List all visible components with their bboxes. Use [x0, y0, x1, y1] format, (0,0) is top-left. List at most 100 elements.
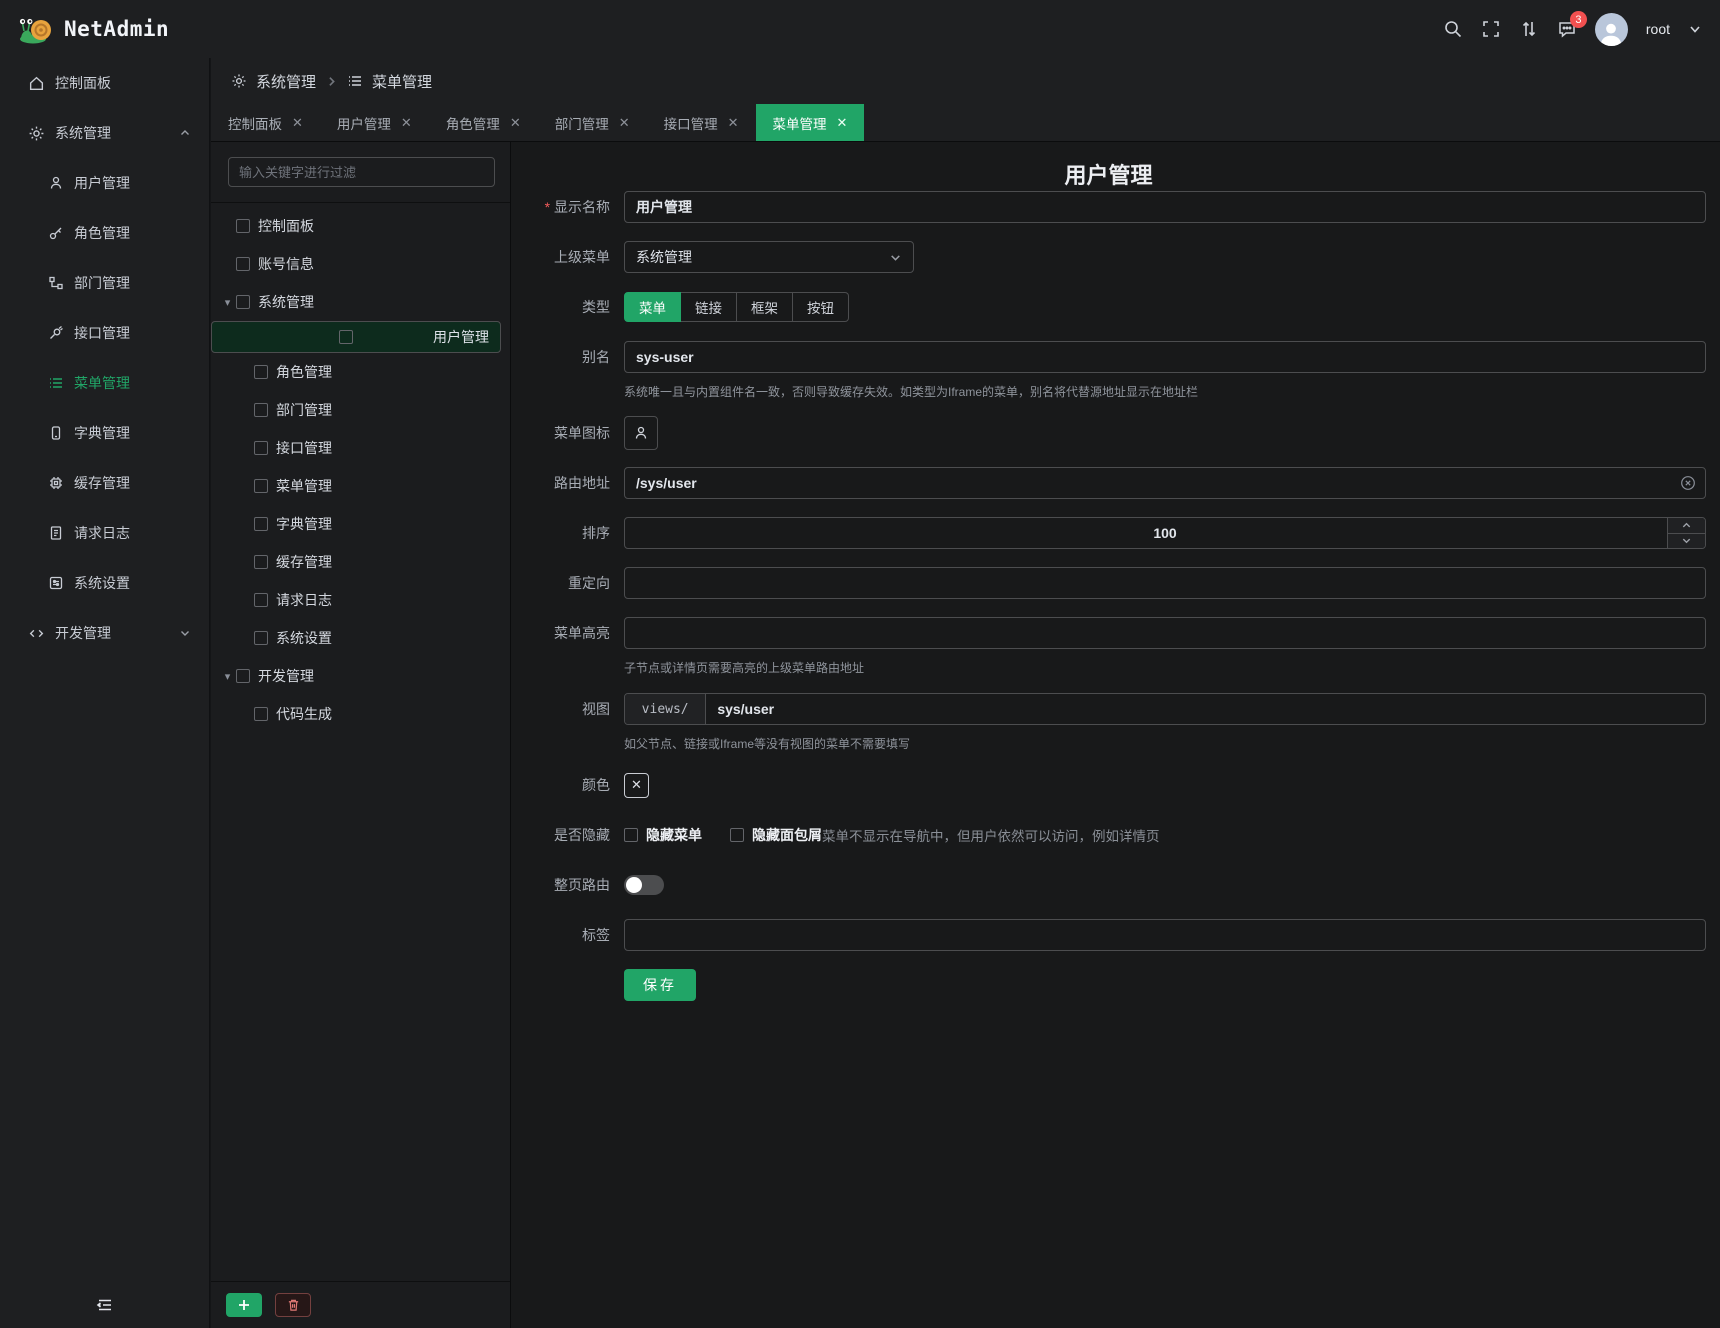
tree-node[interactable]: 字典管理: [211, 505, 510, 543]
hide-breadcrumb-option[interactable]: 隐藏面包屑: [730, 825, 822, 845]
sort-input[interactable]: [624, 517, 1706, 549]
spinner-down-icon[interactable]: [1668, 534, 1705, 549]
sidebar-item-dev[interactable]: 开发管理: [0, 608, 209, 658]
checkbox[interactable]: [254, 631, 268, 645]
tree-filter-input[interactable]: [228, 157, 495, 187]
sort-row: 排序: [511, 508, 1706, 558]
checkbox[interactable]: [254, 365, 268, 379]
spinner-up-icon[interactable]: [1668, 518, 1705, 534]
tab-dashboard[interactable]: 控制面板✕: [211, 104, 320, 141]
tab-users[interactable]: 用户管理✕: [320, 104, 429, 141]
hide-menu-option[interactable]: 隐藏菜单: [624, 825, 702, 845]
sidebar-item-apis[interactable]: 接口管理: [0, 308, 209, 358]
sidebar-item-roles[interactable]: 角色管理: [0, 208, 209, 258]
tab-apis[interactable]: 接口管理 ✕: [647, 104, 756, 141]
fullscreen-icon[interactable]: [1481, 19, 1501, 39]
parent-menu-select[interactable]: 系统管理: [624, 241, 914, 273]
tree-node[interactable]: 部门管理: [211, 391, 510, 429]
checkbox[interactable]: [254, 593, 268, 607]
checkbox[interactable]: [254, 555, 268, 569]
checkbox[interactable]: [254, 403, 268, 417]
close-icon[interactable]: ✕: [510, 115, 521, 131]
avatar[interactable]: [1595, 13, 1628, 46]
close-icon[interactable]: ✕: [837, 115, 848, 131]
tree-node[interactable]: ▾系统管理: [211, 283, 510, 321]
checkbox[interactable]: [730, 828, 744, 842]
book-icon: [48, 425, 64, 441]
user-icon: [48, 175, 64, 191]
checkbox[interactable]: [339, 330, 353, 344]
route-input[interactable]: [624, 467, 1706, 499]
view-input[interactable]: [706, 694, 1705, 724]
tree-node[interactable]: 接口管理: [211, 429, 510, 467]
full-route-toggle[interactable]: [624, 875, 664, 895]
checkbox[interactable]: [624, 828, 638, 842]
tree-node-selected[interactable]: 用户管理: [211, 321, 501, 353]
tree-node[interactable]: 控制面板: [211, 207, 510, 245]
sidebar-item-menus[interactable]: 菜单管理: [0, 358, 209, 408]
tree-node[interactable]: 菜单管理: [211, 467, 510, 505]
add-menu-button[interactable]: [226, 1293, 262, 1317]
sort-arrows-icon[interactable]: [1519, 19, 1539, 39]
display-name-input[interactable]: [624, 191, 1706, 223]
sidebar-item-cache[interactable]: 缓存管理: [0, 458, 209, 508]
type-radio-menu[interactable]: 菜单: [624, 292, 681, 322]
highlight-input[interactable]: [624, 617, 1706, 649]
breadcrumb-item[interactable]: 系统管理: [256, 71, 316, 92]
tag-input[interactable]: [624, 919, 1706, 951]
tree-node[interactable]: 代码生成: [211, 695, 510, 733]
checkbox[interactable]: [254, 517, 268, 531]
tab-roles[interactable]: 角色管理✕: [429, 104, 538, 141]
caret-down-icon[interactable]: ▾: [219, 296, 236, 309]
sidebar-item-users[interactable]: 用户管理: [0, 158, 209, 208]
search-icon[interactable]: [1443, 19, 1463, 39]
sidebar-item-dicts[interactable]: 字典管理: [0, 408, 209, 458]
username[interactable]: root: [1646, 21, 1670, 37]
sidebar-item-system[interactable]: 系统管理: [0, 108, 209, 158]
close-icon[interactable]: ✕: [401, 115, 412, 131]
checkbox[interactable]: [254, 707, 268, 721]
sidebar-collapse-icon[interactable]: [96, 1296, 114, 1314]
messages-icon[interactable]: 3: [1557, 19, 1577, 39]
clear-icon[interactable]: [1680, 475, 1696, 491]
sidebar-item-settings[interactable]: 系统设置: [0, 558, 209, 608]
type-radio-button[interactable]: 按钮: [793, 292, 849, 322]
close-icon[interactable]: ✕: [619, 115, 630, 131]
checkbox[interactable]: [254, 479, 268, 493]
type-radio-link[interactable]: 链接: [681, 292, 737, 322]
delete-menu-button[interactable]: [275, 1293, 311, 1317]
tree-node[interactable]: 系统设置: [211, 619, 510, 657]
sidebar-item-label: 系统设置: [74, 573, 130, 593]
sidebar-item-departments[interactable]: 部门管理: [0, 258, 209, 308]
sidebar-item-label: 缓存管理: [74, 473, 130, 493]
chevron-right-icon: [325, 75, 338, 88]
tree-node[interactable]: 角色管理: [211, 353, 510, 391]
menu-icon-picker-button[interactable]: [624, 416, 658, 450]
tree-node[interactable]: 缓存管理: [211, 543, 510, 581]
tree-node[interactable]: ▾开发管理: [211, 657, 510, 695]
tab-menus[interactable]: 菜单管理✕: [756, 104, 865, 141]
tree-node[interactable]: 账号信息: [211, 245, 510, 283]
checkbox[interactable]: [236, 295, 250, 309]
alias-input[interactable]: [624, 341, 1706, 373]
tab-label: 接口管理: [664, 113, 718, 133]
redirect-input[interactable]: [624, 567, 1706, 599]
route-row: 路由地址: [511, 458, 1706, 508]
tab-departments[interactable]: 部门管理✕: [538, 104, 647, 141]
checkbox[interactable]: [236, 257, 250, 271]
sidebar-item-request-logs[interactable]: 请求日志: [0, 508, 209, 558]
checkbox[interactable]: [254, 441, 268, 455]
color-picker-button[interactable]: ✕: [624, 773, 649, 798]
field-label: 菜单图标: [511, 423, 610, 443]
caret-down-icon[interactable]: ▾: [219, 670, 236, 683]
sidebar-item-dashboard[interactable]: 控制面板: [0, 58, 209, 108]
type-radio-iframe[interactable]: 框架: [737, 292, 793, 322]
checkbox[interactable]: [236, 669, 250, 683]
checkbox[interactable]: [236, 219, 250, 233]
close-icon[interactable]: ✕: [292, 115, 303, 131]
close-icon[interactable]: ✕: [728, 115, 739, 131]
tree-node[interactable]: 请求日志: [211, 581, 510, 619]
user-menu-chevron-down-icon[interactable]: [1688, 19, 1702, 39]
save-button[interactable]: 保存: [624, 969, 696, 1001]
full-route-row: 整页路由: [511, 860, 1706, 910]
